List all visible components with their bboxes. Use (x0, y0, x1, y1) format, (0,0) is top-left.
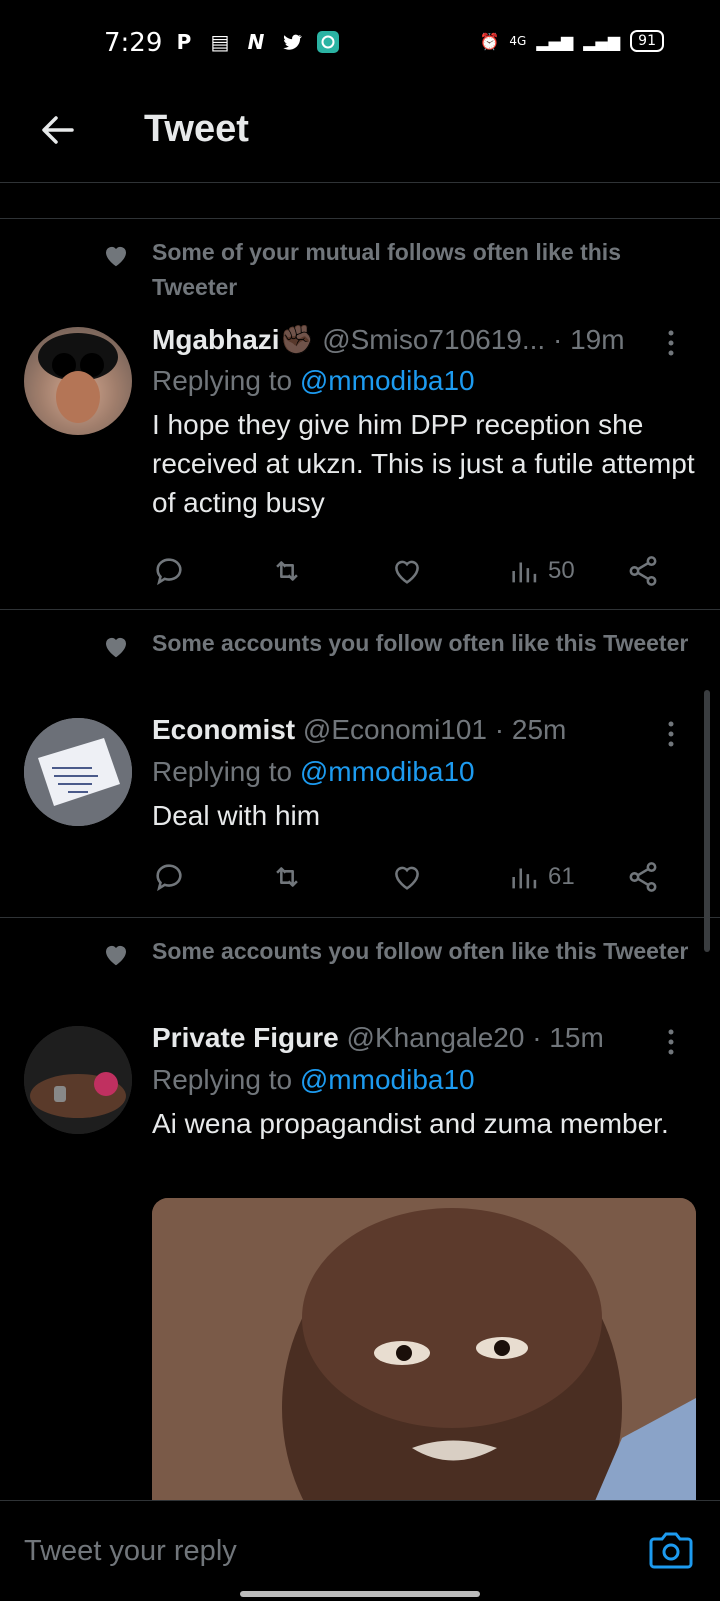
home-indicator[interactable] (240, 1591, 480, 1597)
reply-button[interactable] (152, 551, 186, 591)
display-name[interactable]: Mgabhazi✊🏿 (152, 324, 314, 355)
heart-icon (106, 246, 126, 267)
avatar[interactable] (24, 327, 132, 435)
reply-icon (156, 558, 182, 586)
tweet-text: Ai wena propagandist and zuma member. (152, 1108, 669, 1139)
tweet-text: Deal with him (152, 800, 321, 831)
photo-face-illustration (152, 1198, 696, 1508)
views-chart-icon (512, 562, 537, 583)
notification-icons: P ▤ N (172, 30, 340, 54)
views-count: 50 (548, 557, 575, 584)
camera-icon[interactable] (648, 1529, 694, 1571)
replying-prefix: Replying to (152, 756, 293, 787)
tweet-text: I hope they give him DPP reception she r… (152, 409, 695, 518)
more-options-icon[interactable] (666, 329, 676, 357)
network-type: 4G (509, 34, 527, 48)
share-icon (629, 862, 657, 892)
like-button[interactable] (390, 857, 424, 897)
share-icon (629, 556, 657, 586)
user-handle[interactable]: @Economi101 (303, 714, 487, 745)
battery-level: 91 (630, 30, 664, 52)
avatar[interactable] (24, 1026, 132, 1134)
like-heart-icon (395, 866, 419, 890)
like-button[interactable] (390, 551, 424, 591)
retweet-button[interactable] (270, 551, 304, 591)
news-icon: ▤ (210, 30, 230, 54)
chat-app-icon (316, 30, 340, 54)
avatar[interactable] (24, 718, 132, 826)
back-arrow-icon[interactable] (36, 108, 80, 152)
signal-icon: ▂▄▆ (536, 31, 574, 51)
replying-to: Replying to @mmodiba10 (152, 1064, 475, 1096)
views-count: 61 (548, 863, 575, 890)
display-name[interactable]: Private Figure (152, 1022, 339, 1053)
views-button[interactable]: 50 (508, 551, 575, 591)
top-app-bar: Tweet (0, 90, 720, 183)
tweet-time: · 15m (532, 1022, 604, 1053)
user-handle[interactable]: @Khangale20 (347, 1022, 525, 1053)
share-button[interactable] (626, 857, 660, 897)
previous-tweet-actions-clipped (0, 182, 720, 219)
tweet-actions: 50 (152, 551, 672, 591)
share-button[interactable] (626, 551, 660, 591)
tweet-reply[interactable]: Some accounts you follow often like this… (0, 610, 720, 918)
status-bar: 7:29 P ▤ N ⏰ 4G ▂▄▆ ▂▄▆ 91 (0, 0, 720, 90)
replying-prefix: Replying to (152, 365, 293, 396)
tweet-media-image[interactable] (152, 1198, 696, 1508)
mention-link[interactable]: @mmodiba10 (300, 756, 475, 787)
retweet-icon (276, 561, 298, 581)
reply-input[interactable]: Tweet your reply (24, 1535, 237, 1568)
like-heart-icon (395, 560, 419, 584)
reply-composer: Tweet your reply (0, 1500, 720, 1601)
mention-link[interactable]: @mmodiba10 (300, 365, 475, 396)
n-app-icon: N (247, 30, 265, 54)
views-button[interactable]: 61 (508, 857, 575, 897)
retweet-icon (276, 867, 298, 887)
tweet-actions: 61 (152, 857, 672, 897)
reply-icon (156, 864, 182, 892)
page-title: Tweet (144, 108, 249, 150)
alarm-icon: ⏰ (479, 31, 500, 51)
more-options-icon[interactable] (666, 1028, 676, 1056)
signal-icon-2: ▂▄▆ (583, 31, 621, 51)
tweet-time: · 25m (494, 714, 567, 745)
user-handle[interactable]: @Smiso710619... (322, 324, 545, 355)
p-app-icon: P (176, 30, 192, 54)
heart-icon (106, 945, 126, 966)
views-chart-icon (512, 868, 537, 889)
replying-to: Replying to @mmodiba10 (152, 365, 475, 397)
replying-prefix: Replying to (152, 1064, 293, 1095)
system-status: ⏰ 4G ▂▄▆ ▂▄▆ 91 (479, 30, 664, 52)
replying-to: Replying to @mmodiba10 (152, 756, 475, 788)
social-context: Some of your mutual follows often like t… (152, 239, 621, 300)
tweet-reply[interactable]: Some of your mutual follows often like t… (0, 219, 720, 610)
social-context: Some accounts you follow often like this… (152, 938, 689, 964)
twitter-bird-icon (280, 30, 304, 54)
reply-button[interactable] (152, 857, 186, 897)
heart-icon (106, 637, 126, 658)
mention-link[interactable]: @mmodiba10 (300, 1064, 475, 1095)
status-time: 7:29 (104, 28, 163, 58)
more-options-icon[interactable] (666, 720, 676, 748)
retweet-button[interactable] (270, 857, 304, 897)
tweet-time: · 19m (552, 324, 625, 355)
scrollbar[interactable] (704, 690, 710, 952)
display-name[interactable]: Economist (152, 714, 295, 745)
social-context: Some accounts you follow often like this… (152, 630, 689, 656)
